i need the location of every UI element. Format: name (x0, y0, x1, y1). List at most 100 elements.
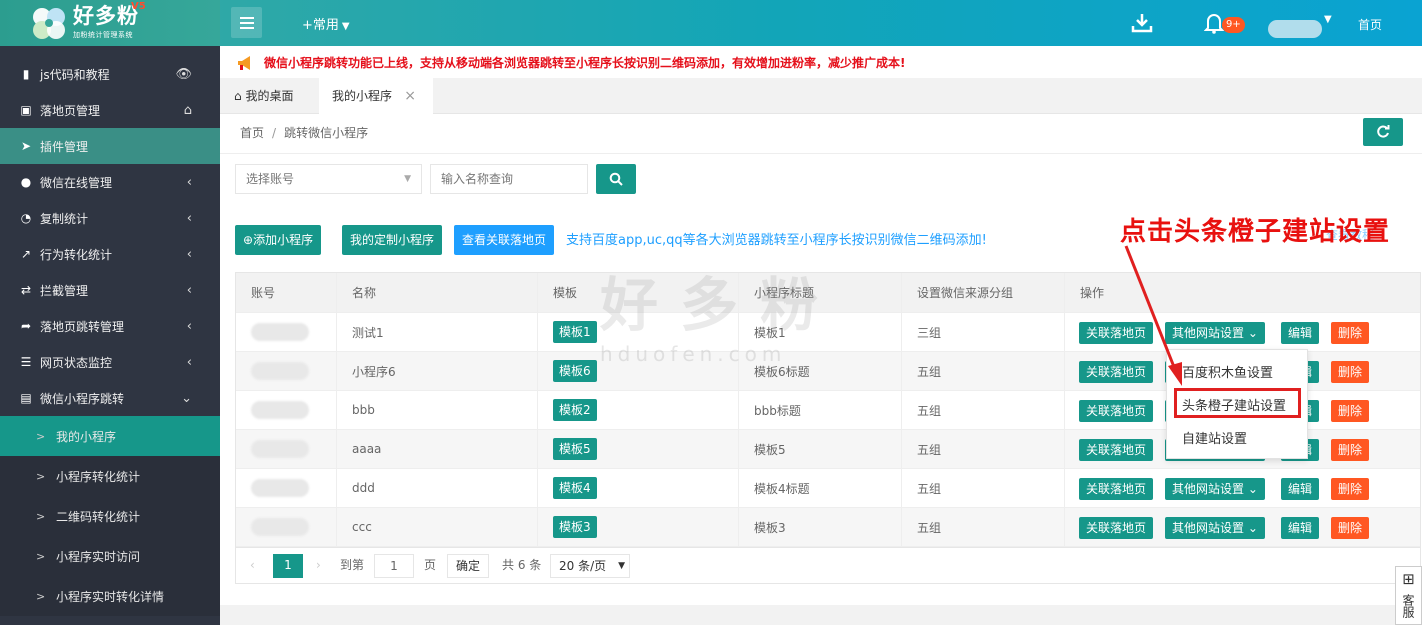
sidebar-item-js-code[interactable]: ▮ js代码和教程 👁 (0, 56, 220, 92)
chevron-left-icon: ‹ (186, 246, 192, 262)
download-icon[interactable] (1131, 12, 1153, 34)
page-size-select[interactable]: 20 条/页 ▼ (550, 554, 630, 578)
sidebar-item-label: 行为转化统计 (40, 247, 113, 262)
delete-button[interactable]: 删除 (1331, 517, 1370, 539)
add-miniprogram-button[interactable]: ⊕添加小程序 (235, 225, 322, 255)
breadcrumb-home[interactable]: 首页 (240, 126, 264, 140)
page-size-value: 20 条/页 (559, 559, 607, 573)
template-tag[interactable]: 模板2 (553, 399, 597, 421)
sidebar-item-wechat-online[interactable]: ● 微信在线管理 ‹ (0, 164, 220, 200)
tab-desktop[interactable]: ⌂ 我的桌面 (234, 78, 293, 114)
sidebar-subitem-qrcode-stats[interactable]: > 二维码转化统计 (0, 496, 220, 536)
chevron-right-icon: > (36, 509, 46, 523)
edit-button[interactable]: 编辑 (1281, 517, 1320, 539)
account-cell (236, 508, 337, 546)
home-link[interactable]: 首页 (1358, 16, 1382, 33)
chevron-right-icon: > (36, 429, 46, 443)
logo[interactable]: 好多粉 V5 加粉统计管理系统 (0, 0, 220, 46)
top-bar: 好多粉 V5 加粉统计管理系统 +常用 ▼ 9+ ▼ 首页 (0, 0, 1422, 46)
view-landing-button[interactable]: 查看关联落地页 (454, 225, 555, 255)
search-button[interactable] (596, 164, 636, 194)
link-landing-button[interactable]: 关联落地页 (1079, 400, 1154, 422)
highlight-box (1174, 388, 1301, 418)
account-select[interactable]: 选择账号 ▼ (235, 164, 422, 194)
title-cell: bbb标题 (739, 391, 902, 429)
sidebar-item-landing-pages[interactable]: ▣ 落地页管理 ⌂ (0, 92, 220, 128)
link-landing-button[interactable]: 关联落地页 (1079, 439, 1154, 461)
divider (220, 153, 1422, 154)
caret-down-icon: ▼ (618, 561, 625, 571)
sidebar-subitem-label: 二维码转化统计 (56, 509, 141, 524)
customer-service-label: 客服 (1401, 594, 1415, 618)
bell-icon[interactable] (1204, 12, 1224, 34)
plus-circle-icon: ⊕ (243, 233, 254, 247)
next-page-icon[interactable]: › (316, 554, 321, 576)
template-tag[interactable]: 模板3 (553, 516, 597, 538)
sidebar-item-landing-redirect[interactable]: ➦ 落地页跳转管理 ‹ (0, 308, 220, 344)
refresh-icon (1377, 125, 1390, 138)
goto-confirm-button[interactable]: 确定 (447, 554, 490, 578)
close-icon[interactable]: × (404, 78, 416, 114)
tab-my-miniprogram[interactable]: 我的小程序 × (319, 78, 433, 114)
user-menu-caret-icon[interactable]: ▼ (1324, 14, 1332, 25)
template-tag[interactable]: 模板1 (553, 321, 597, 343)
sidebar-item-miniprogram[interactable]: ▤ 微信小程序跳转 ⌄ (0, 380, 220, 416)
account-cell (236, 469, 337, 507)
sidebar-item-behavior-stats[interactable]: ↗ 行为转化统计 ‹ (0, 236, 220, 272)
edit-button[interactable]: 编辑 (1281, 322, 1320, 344)
sidebar-item-label: 落地页跳转管理 (40, 319, 125, 334)
dropdown-item-baidu[interactable]: 百度积木鱼设置 (1182, 362, 1273, 381)
name-cell: 测试1 (337, 313, 538, 351)
template-cell: 模板5 (538, 430, 739, 468)
sidebar-subitem-realtime-visits[interactable]: > 小程序实时访问 (0, 536, 220, 576)
sidebar-item-label: 拦截管理 (40, 283, 89, 298)
other-sites-button[interactable]: 其他网站设置 ⌄ (1165, 517, 1265, 539)
name-search-input[interactable]: 输入名称查询 (430, 164, 588, 194)
template-tag[interactable]: 模板4 (553, 477, 597, 499)
menu-toggle-button[interactable] (231, 7, 262, 38)
group-cell: 三组 (902, 313, 1065, 351)
link-landing-button[interactable]: 关联落地页 (1079, 517, 1154, 539)
goto-label: 到第 (340, 558, 365, 572)
edit-button[interactable]: 编辑 (1281, 478, 1320, 500)
delete-button[interactable]: 删除 (1331, 478, 1370, 500)
refresh-button[interactable] (1363, 118, 1403, 146)
template-cell: 模板1 (538, 313, 739, 351)
other-sites-button[interactable]: 其他网站设置 ⌄ (1165, 478, 1265, 500)
goto-page-input[interactable]: 1 (374, 554, 414, 578)
line-chart-icon: ↗ (20, 247, 32, 261)
account-cell (236, 430, 337, 468)
common-menu[interactable]: +常用 ▼ (302, 14, 350, 33)
delete-button[interactable]: 删除 (1331, 361, 1370, 383)
name-cell: aaaa (337, 430, 538, 468)
prev-page-icon[interactable]: ‹ (250, 554, 255, 576)
user-avatar[interactable] (1268, 20, 1322, 38)
logo-version: V5 (131, 1, 146, 12)
delete-button[interactable]: 删除 (1331, 322, 1370, 344)
sidebar-item-plugins[interactable]: ➤ 插件管理 (0, 128, 220, 164)
wechat-icon: ● (20, 175, 32, 189)
sidebar-item-page-monitor[interactable]: ☰ 网页状态监控 ‹ (0, 344, 220, 380)
delete-button[interactable]: 删除 (1331, 400, 1370, 422)
sidebar-item-intercept[interactable]: ⇄ 拦截管理 ‹ (0, 272, 220, 308)
name-cell: ddd (337, 469, 538, 507)
sidebar-subitem-my-miniprogram[interactable]: > 我的小程序 (0, 416, 220, 456)
delete-button[interactable]: 删除 (1331, 439, 1370, 461)
link-landing-button[interactable]: 关联落地页 (1079, 478, 1154, 500)
template-tag[interactable]: 模板6 (553, 360, 597, 382)
page-1-button[interactable]: 1 (273, 554, 303, 578)
sidebar-subitem-miniprogram-stats[interactable]: > 小程序转化统计 (0, 456, 220, 496)
blurred-account (251, 323, 309, 341)
sidebar-item-copy-stats[interactable]: ◔ 复制统计 ‹ (0, 200, 220, 236)
hamburger-icon (239, 16, 254, 29)
sidebar-subitem-realtime-conversion[interactable]: > 小程序实时转化详情 (0, 576, 220, 616)
group-cell: 五组 (902, 469, 1065, 507)
table-header-row: 账号 名称 模板 小程序标题 设置微信来源分组 操作 (236, 273, 1420, 313)
template-tag[interactable]: 模板5 (553, 438, 597, 460)
dropdown-item-self-built[interactable]: 自建站设置 (1182, 428, 1247, 447)
title-cell: 模板4标题 (739, 469, 902, 507)
customer-service-widget[interactable]: ⊞ 客服 (1395, 566, 1422, 625)
custom-miniprogram-button[interactable]: 我的定制小程序 (342, 225, 443, 255)
logo-subtitle: 加粉统计管理系统 (73, 31, 133, 39)
template-cell: 模板3 (538, 508, 739, 546)
